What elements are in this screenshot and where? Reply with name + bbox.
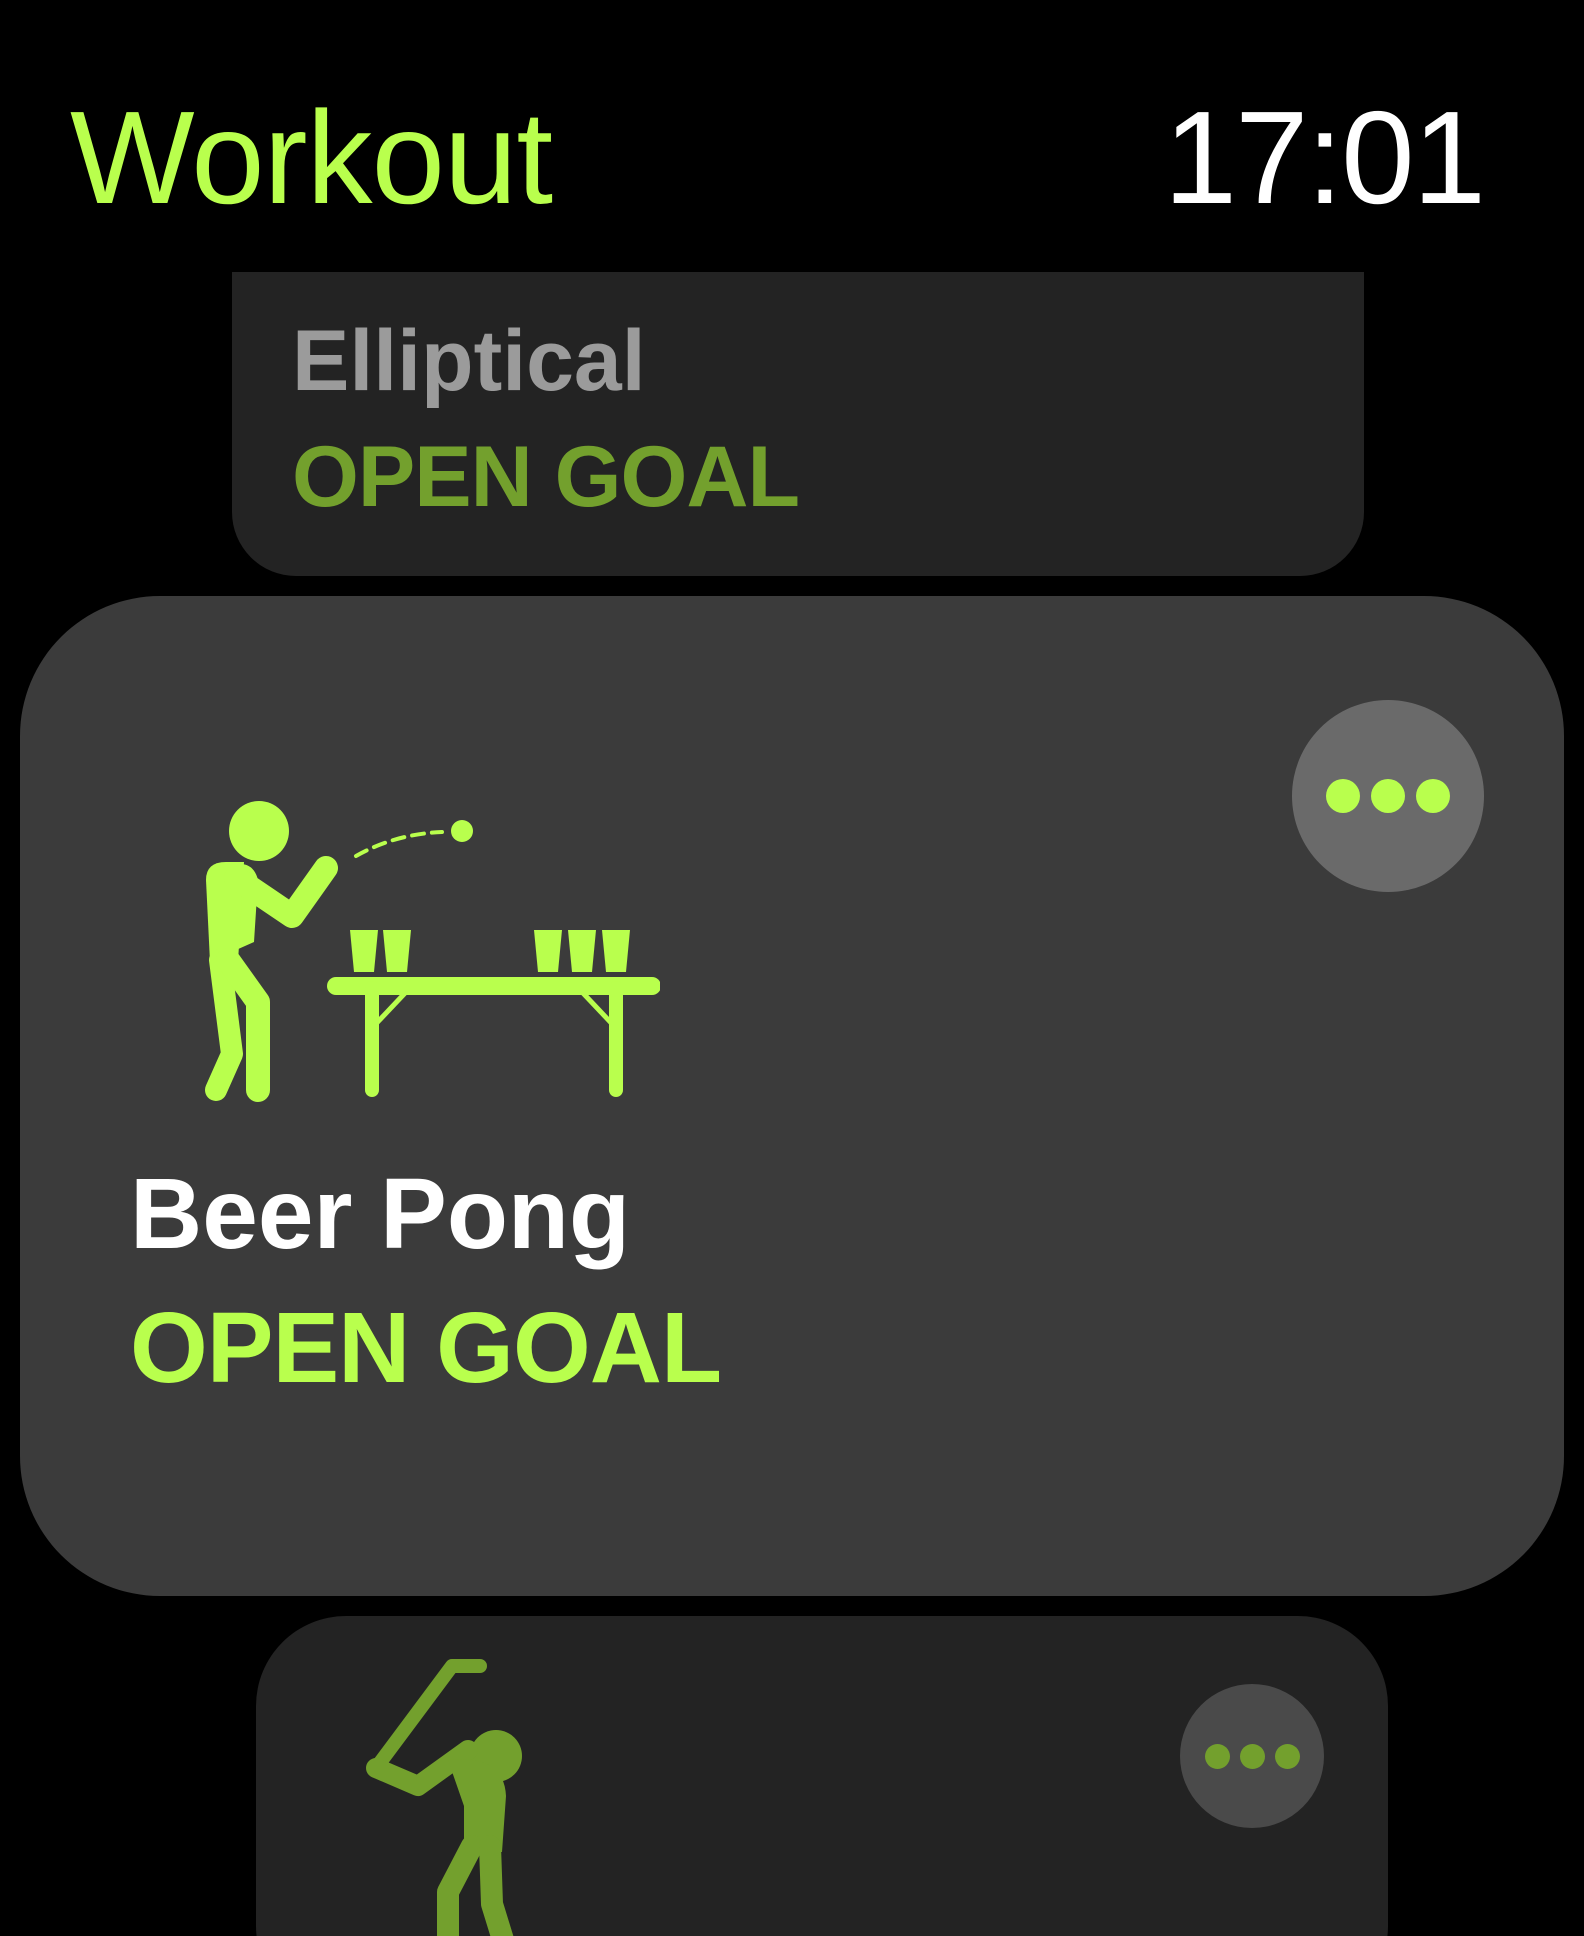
workout-goal: OPEN GOAL	[130, 1292, 722, 1404]
workout-goal: OPEN GOAL	[292, 429, 800, 525]
more-options-button[interactable]	[1180, 1684, 1324, 1828]
workout-name: Elliptical	[292, 313, 646, 409]
golf-icon	[366, 1659, 522, 1936]
status-time: 17:01	[1163, 84, 1486, 231]
workout-card-elliptical[interactable]: Elliptical OPEN GOAL	[232, 272, 1364, 576]
workout-card-golf[interactable]	[256, 1616, 1388, 1936]
workout-name: Beer Pong	[130, 1158, 631, 1270]
workout-screen: Workout 17:01 Elliptical OPEN GOAL Beer …	[0, 0, 1584, 1936]
workout-card-beer-pong[interactable]: Beer Pong OPEN GOAL	[20, 596, 1564, 1596]
app-title: Workout	[70, 84, 553, 231]
more-options-button[interactable]	[1292, 700, 1484, 892]
beer-pong-icon	[205, 801, 660, 1102]
